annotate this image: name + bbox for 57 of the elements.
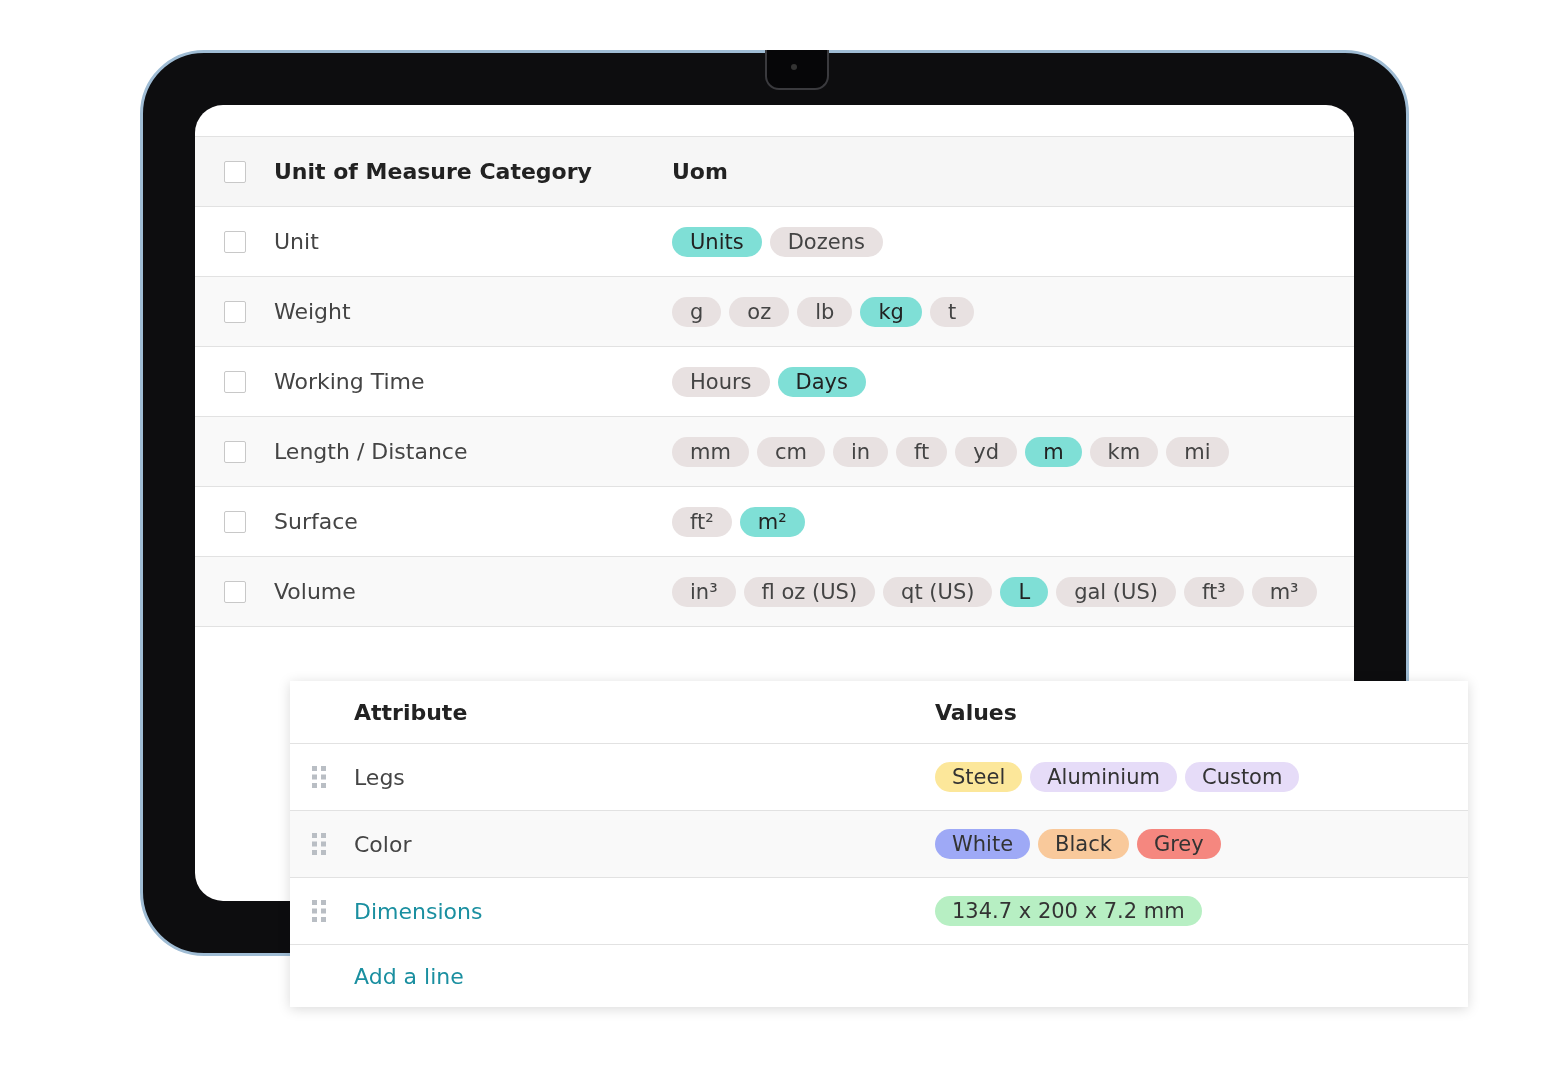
column-header: Uom [672, 159, 728, 184]
row-checkbox[interactable] [224, 300, 246, 323]
row-checkbox[interactable] [224, 580, 246, 603]
uom-tag: in³ [672, 576, 736, 607]
value-tag: White [935, 829, 1031, 859]
row-checkbox[interactable] [224, 370, 246, 393]
column-header: Attribute [354, 699, 469, 725]
uom-tag: gal (US) [1056, 576, 1176, 607]
category-cell-text: Volume [274, 579, 357, 604]
category-cell-text: Working Time [274, 369, 426, 394]
uom-tag: fl oz (US) [743, 576, 876, 607]
drag-handle-icon[interactable] [312, 833, 326, 855]
column-header: Values [935, 699, 1017, 725]
row-checkbox[interactable] [224, 440, 246, 463]
value-tag: 134.7 x 200 x 7.2 mm [935, 896, 1202, 926]
uom-tag: in [832, 436, 889, 467]
value-tag: Steel [935, 762, 1023, 792]
uom-tag: kg [860, 296, 922, 327]
category-cell-text: Weight [274, 299, 352, 324]
uom-tag: m² [739, 506, 805, 537]
uom-tag: Units [672, 226, 762, 257]
uom-tag: Days [777, 366, 866, 397]
attribute-name: Legs [354, 764, 406, 790]
value-tag: Black [1038, 829, 1129, 859]
value-tag: Custom [1184, 762, 1300, 792]
uom-tag: yd [955, 436, 1018, 467]
uom-tag: cm [756, 436, 825, 467]
attribute-name[interactable]: Dimensions [354, 898, 935, 924]
value-tag: Aluminium [1030, 762, 1177, 792]
uom-tag: ft [896, 436, 948, 467]
category-cell-text: Surface [274, 509, 359, 534]
row-checkbox[interactable] [224, 230, 246, 253]
attribute-name: Color [354, 831, 413, 857]
drag-handle-icon[interactable] [312, 900, 326, 922]
uom-tag: Dozens [769, 226, 883, 257]
uom-tag: lb [797, 296, 853, 327]
uom-tag: m [1025, 436, 1082, 467]
uom-tag: g [672, 296, 722, 327]
uom-tag: ft² [672, 506, 732, 537]
drag-handle-icon[interactable] [312, 766, 326, 788]
uom-tag: L [1000, 576, 1049, 607]
uom-tag: t [929, 296, 975, 327]
add-line-link[interactable]: Add a line [354, 963, 464, 989]
uom-tag: Hours [672, 366, 770, 397]
uom-tag: km [1089, 436, 1159, 467]
uom-tag: m³ [1251, 576, 1317, 607]
select-all-checkbox[interactable] [224, 160, 246, 183]
uom-tag: qt (US) [883, 576, 993, 607]
category-cell-text: Length / Distance [274, 439, 469, 464]
row-checkbox[interactable] [224, 510, 246, 533]
uom-tag: oz [729, 296, 790, 327]
uom-tag: mi [1166, 436, 1229, 467]
uom-tag: mm [672, 436, 749, 467]
value-tag: Grey [1136, 829, 1221, 859]
uom-tag: ft³ [1183, 576, 1244, 607]
category-cell-text: Unit [274, 229, 320, 254]
column-header: Unit of Measure Category [274, 159, 593, 184]
